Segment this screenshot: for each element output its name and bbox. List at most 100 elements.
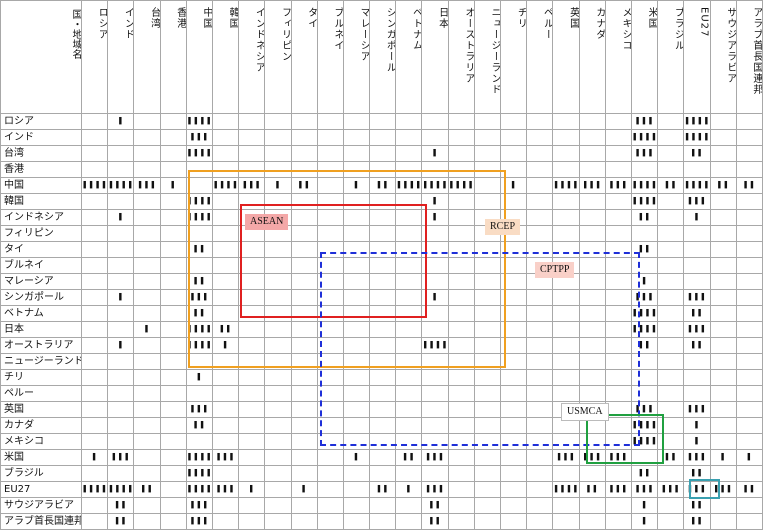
table-cell — [735, 289, 763, 306]
table-cell — [80, 513, 109, 530]
table-cell — [657, 209, 685, 226]
table-cell — [578, 433, 606, 450]
table-cell — [185, 353, 213, 370]
table-cell — [526, 241, 554, 258]
table-cell — [735, 305, 763, 322]
table-cell — [447, 353, 475, 370]
table-cell — [316, 209, 344, 226]
table-cell — [526, 113, 554, 130]
table-cell — [316, 497, 344, 514]
table-cell: ❚❚ — [107, 497, 135, 514]
table-cell — [578, 465, 606, 482]
table-cell: ❚❚❚❚ — [630, 433, 659, 450]
table-cell — [107, 161, 135, 178]
table-cell — [735, 193, 763, 210]
table-cell — [80, 209, 109, 226]
table-cell — [133, 129, 161, 146]
table-cell — [578, 321, 606, 338]
table-cell — [499, 113, 528, 130]
table-cell — [526, 289, 554, 306]
table-cell — [499, 417, 528, 434]
table-cell — [473, 449, 502, 466]
table-cell: ❚ — [238, 481, 266, 498]
table-cell — [473, 129, 502, 146]
table-cell — [316, 129, 344, 146]
table-cell — [709, 241, 737, 258]
table-cell: ❚❚❚❚ — [185, 209, 213, 226]
table-cell: ❚❚❚❚ — [395, 177, 423, 194]
table-cell — [499, 161, 528, 178]
table-cell — [709, 321, 737, 338]
table-cell — [211, 193, 240, 210]
table-row: ペルー — [0, 385, 763, 402]
table-cell — [238, 449, 266, 466]
table-cell — [369, 145, 397, 162]
table-cell — [316, 433, 344, 450]
table-cell — [80, 353, 109, 370]
column-header: カナダ — [578, 0, 606, 114]
table-cell — [499, 385, 528, 402]
table-cell — [735, 433, 763, 450]
table-cell — [421, 321, 449, 338]
table-cell — [526, 305, 554, 322]
table-cell — [683, 241, 711, 258]
table-cell — [447, 225, 475, 242]
table-cell — [211, 273, 240, 290]
table-cell — [290, 353, 318, 370]
column-header: フィリピン — [264, 0, 292, 114]
table-cell — [316, 321, 344, 338]
table-cell — [447, 129, 475, 146]
table-cell: ❚❚ — [683, 497, 711, 514]
table-cell: ❚❚❚ — [630, 481, 659, 498]
table-cell — [447, 161, 475, 178]
table-cell — [499, 129, 528, 146]
table-cell — [735, 353, 763, 370]
table-row: マレーシア ❚❚ ❚ — [0, 273, 763, 290]
table-cell — [107, 401, 135, 418]
table-cell: ❚❚ — [369, 177, 397, 194]
table-cell: ❚❚ — [421, 513, 449, 530]
table-cell: ❚❚❚ — [211, 449, 240, 466]
table-cell — [526, 145, 554, 162]
table-cell — [185, 225, 213, 242]
column-header: 米国 — [630, 0, 659, 114]
table-cell: ❚❚❚❚ — [630, 321, 659, 338]
table-cell — [552, 353, 580, 370]
table-cell — [421, 465, 449, 482]
column-header: ペルー — [526, 0, 554, 114]
table-cell — [238, 161, 266, 178]
table-cell: ❚❚❚ — [552, 449, 580, 466]
table-cell — [159, 513, 187, 530]
table-cell — [735, 273, 763, 290]
table-cell: ❚❚ — [657, 177, 685, 194]
table-cell — [342, 273, 371, 290]
table-row: 韓国 ❚❚❚❚ ❚ ❚❚❚❚ ❚❚❚ — [0, 193, 763, 210]
table-cell — [552, 193, 580, 210]
table-cell — [290, 273, 318, 290]
table-cell — [342, 305, 371, 322]
table-cell — [657, 193, 685, 210]
table-cell — [552, 497, 580, 514]
table-cell — [604, 209, 632, 226]
table-cell — [578, 305, 606, 322]
table-cell — [552, 321, 580, 338]
table-cell — [552, 369, 580, 386]
table-cell — [159, 145, 187, 162]
table-cell — [80, 257, 109, 274]
table-cell — [107, 385, 135, 402]
table-cell — [578, 113, 606, 130]
table-cell — [499, 449, 528, 466]
table-cell — [709, 305, 737, 322]
table-cell — [369, 289, 397, 306]
table-cell — [369, 193, 397, 210]
table-cell: ❚ — [211, 337, 240, 354]
table-cell — [342, 289, 371, 306]
table-cell: ❚❚❚❚ — [447, 177, 475, 194]
table-cell — [369, 401, 397, 418]
table-cell — [80, 433, 109, 450]
table-cell — [473, 497, 502, 514]
column-header: 香港 — [159, 0, 187, 114]
table-cell — [107, 145, 135, 162]
table-cell — [211, 465, 240, 482]
table-cell: ❚❚ — [683, 337, 711, 354]
